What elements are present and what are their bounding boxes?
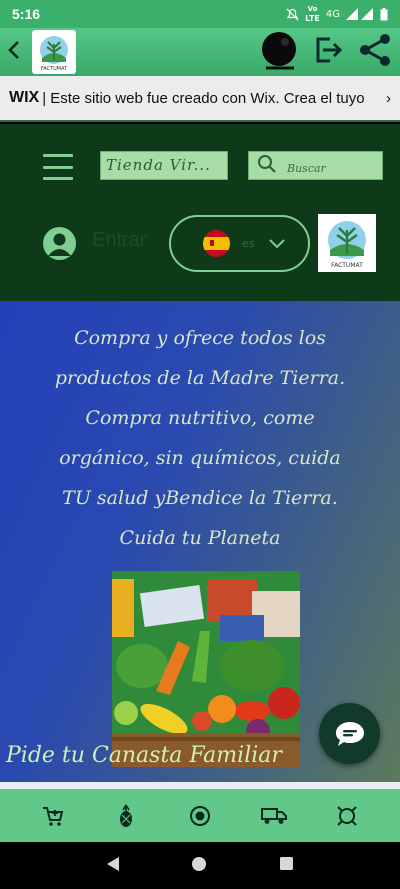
search-placeholder: Buscar <box>287 162 326 175</box>
avatar-icon[interactable] <box>43 227 76 260</box>
bottom-nav <box>0 789 400 842</box>
globe-icon[interactable] <box>327 796 367 836</box>
wix-brand: WIX <box>9 89 40 106</box>
status-bar: 5:16 Vo LTE 4G <box>0 0 400 28</box>
chat-bubble-icon <box>335 721 364 746</box>
search-input[interactable]: Buscar <box>248 151 383 180</box>
app-bar: FACTUMAT <box>0 28 400 76</box>
svg-text:FACTUMAT: FACTUMAT <box>41 66 68 72</box>
produce-basket-image <box>112 571 300 767</box>
hero-line: Cuida tu Planeta <box>119 527 281 549</box>
hero-line: Compra nutritivo, come <box>85 407 315 429</box>
language-code: es <box>242 237 255 250</box>
canasta-familiar-link[interactable]: Pide tu Canasta Familiar <box>6 743 282 768</box>
search-icon <box>257 154 277 178</box>
chevron-right-icon: › <box>382 89 391 107</box>
hero-line: Compra y ofrece todos los <box>74 327 326 349</box>
hero-line: orgánico, sin químicos, cuida <box>59 447 341 469</box>
bell-icon[interactable] <box>260 30 300 74</box>
pineapple-icon[interactable] <box>106 796 146 836</box>
share-icon[interactable] <box>358 33 392 71</box>
nav-home-icon[interactable] <box>191 856 207 876</box>
signal-icon <box>346 8 374 20</box>
svg-text:FACTUMAT: FACTUMAT <box>331 262 363 269</box>
mute-icon <box>286 8 299 21</box>
site-logo[interactable]: FACTUMAT <box>318 214 376 272</box>
chevron-down-icon <box>268 234 285 253</box>
back-icon[interactable] <box>8 40 24 65</box>
language-selector[interactable]: es <box>169 215 310 272</box>
chat-button[interactable] <box>319 703 380 764</box>
status-time: 5:16 <box>12 6 41 22</box>
app-logo[interactable]: FACTUMAT <box>32 30 76 74</box>
nav-recents-icon[interactable] <box>279 856 294 875</box>
cart-icon[interactable] <box>33 796 73 836</box>
exit-icon[interactable] <box>314 36 344 68</box>
target-icon[interactable] <box>180 796 220 836</box>
hamburger-menu-icon[interactable] <box>43 154 73 180</box>
hero-line: productos de la Madre Tierra. <box>54 367 346 389</box>
wix-banner[interactable]: WIX | Este sitio web fue creado con Wix.… <box>0 76 400 122</box>
spain-flag-icon <box>203 230 230 257</box>
divider <box>0 782 400 789</box>
status-icons: Vo LTE 4G <box>286 5 388 23</box>
battery-icon <box>380 7 388 21</box>
truck-icon[interactable] <box>254 796 294 836</box>
hero-line: TU salud yBendice la Tierra. <box>62 487 338 509</box>
system-nav-bar <box>0 842 400 889</box>
signal-label: 4G <box>325 8 340 20</box>
nav-back-icon[interactable] <box>106 856 120 876</box>
hero-text: Compra y ofrece todos los productos de l… <box>20 318 380 558</box>
login-link[interactable]: Entrar <box>92 229 146 252</box>
volte-icon: Vo LTE <box>305 5 320 23</box>
wix-banner-text: | Este sitio web fue creado con Wix. Cre… <box>42 89 365 107</box>
store-menu-button[interactable]: Tienda Vir... <box>100 151 228 180</box>
